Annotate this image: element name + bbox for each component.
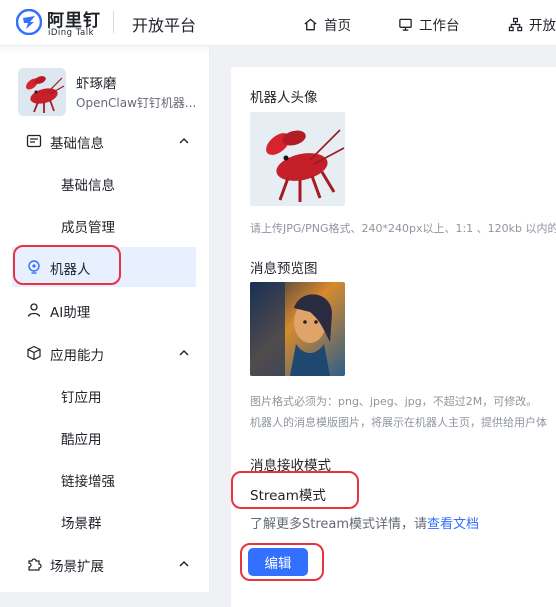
robot-highlight-annotation [13, 245, 121, 285]
dingtalk-logo-icon[interactable] [16, 9, 42, 35]
header-divider [113, 11, 114, 33]
sidebar-subitem-label: 酷应用 [61, 432, 102, 448]
sidebar-item-label: 场景扩展 [50, 559, 104, 575]
nav-home[interactable]: 首页 [303, 14, 351, 34]
preview-hint-format: 图片格式必须为：png、jpeg、jpg，不超过2M，可修改。 [250, 395, 538, 408]
sidebar-subitem-label: 链接增强 [61, 474, 115, 490]
robot-avatar-image [250, 112, 345, 206]
info-card-icon [26, 134, 42, 148]
sidebar-subitem-label: 场景群 [61, 516, 102, 532]
chevron-up-icon[interactable] [178, 558, 190, 570]
person-icon [27, 303, 41, 317]
sidebar-subitem-label: 基础信息 [61, 178, 115, 194]
app-name: 虾琢磨 [76, 76, 117, 92]
lobster-image [250, 112, 345, 206]
home-icon [304, 17, 317, 30]
chevron-up-icon[interactable] [178, 135, 190, 147]
nav-open[interactable]: 开放 [508, 14, 556, 34]
sidebar-subitem-label: 钉应用 [61, 390, 102, 406]
sidebar-subitem-members[interactable]: 成员管理 [0, 205, 209, 245]
avatar-label: 机器人头像 [250, 90, 318, 106]
sidebar-subitem-cool-app[interactable]: 酷应用 [0, 417, 209, 457]
platform-title: 开放平台 [132, 16, 197, 35]
cube-icon [27, 345, 41, 361]
app-subtitle: OpenClaw钉钉机器... [76, 96, 197, 110]
sidebar-subitem-basic-info[interactable]: 基础信息 [0, 163, 209, 203]
nav-open-label: 开放 [529, 18, 556, 34]
sidebar-subitem-label: 成员管理 [61, 220, 115, 236]
logo-subtext: iDing Talk [48, 28, 95, 38]
app-avatar [18, 68, 66, 116]
sidebar: 虾琢磨 OpenClaw钉钉机器... 基础信息 基础信息 成员管理 机器人 A… [0, 46, 210, 592]
sidebar-subitem-ding-app[interactable]: 钉应用 [0, 375, 209, 415]
learn-more-text: 了解更多Stream模式详情，请 [250, 517, 428, 532]
learn-more: 了解更多Stream模式详情，请查看文档 [250, 513, 479, 532]
robot-settings-panel: 机器人头像 请上传JPG/PNG格式、240*240px以上、1:1 、120k… [231, 67, 556, 607]
preview-image [250, 282, 345, 376]
stream-mode-highlight-annotation [231, 471, 359, 509]
sidebar-item-label: AI助理 [50, 305, 91, 321]
nav-workbench[interactable]: 工作台 [398, 14, 460, 34]
nav-workbench-label: 工作台 [419, 18, 460, 34]
sidebar-item-ai-assistant[interactable]: AI助理 [0, 290, 209, 330]
preview-hint-usage: 机器人的消息模版图片，将展示在机器人主页，提供给用户体 [250, 416, 547, 429]
sidebar-top-fade [0, 46, 209, 54]
app-card[interactable]: 虾琢磨 OpenClaw钉钉机器... [18, 68, 208, 120]
sidebar-item-app-capability[interactable]: 应用能力 [0, 333, 209, 373]
top-header: 阿里钉 iDing Talk 开放平台 首页 工作台 开放 [0, 0, 556, 46]
view-docs-link[interactable]: 查看文档 [427, 517, 479, 532]
nav-home-label: 首页 [324, 18, 351, 34]
lobster-image [18, 68, 66, 116]
sidebar-item-scene-extension[interactable]: 场景扩展 [0, 544, 209, 584]
portrait-image [250, 282, 345, 376]
monitor-icon [399, 18, 412, 31]
sidebar-item-label: 基础信息 [50, 136, 104, 152]
avatar-hint: 请上传JPG/PNG格式、240*240px以上、1:1 、120kb 以内的 [250, 222, 556, 235]
puzzle-icon [28, 558, 42, 571]
sidebar-subitem-link-enhance[interactable]: 链接增强 [0, 459, 209, 499]
chevron-up-icon[interactable] [178, 347, 190, 359]
preview-label: 消息预览图 [250, 261, 318, 277]
edit-button[interactable]: 编辑 [248, 548, 308, 576]
sidebar-item-basic-info[interactable]: 基础信息 [0, 121, 209, 161]
sidebar-subitem-scene-group[interactable]: 场景群 [0, 501, 209, 541]
org-tree-icon [508, 17, 523, 31]
sidebar-item-label: 应用能力 [50, 348, 104, 364]
